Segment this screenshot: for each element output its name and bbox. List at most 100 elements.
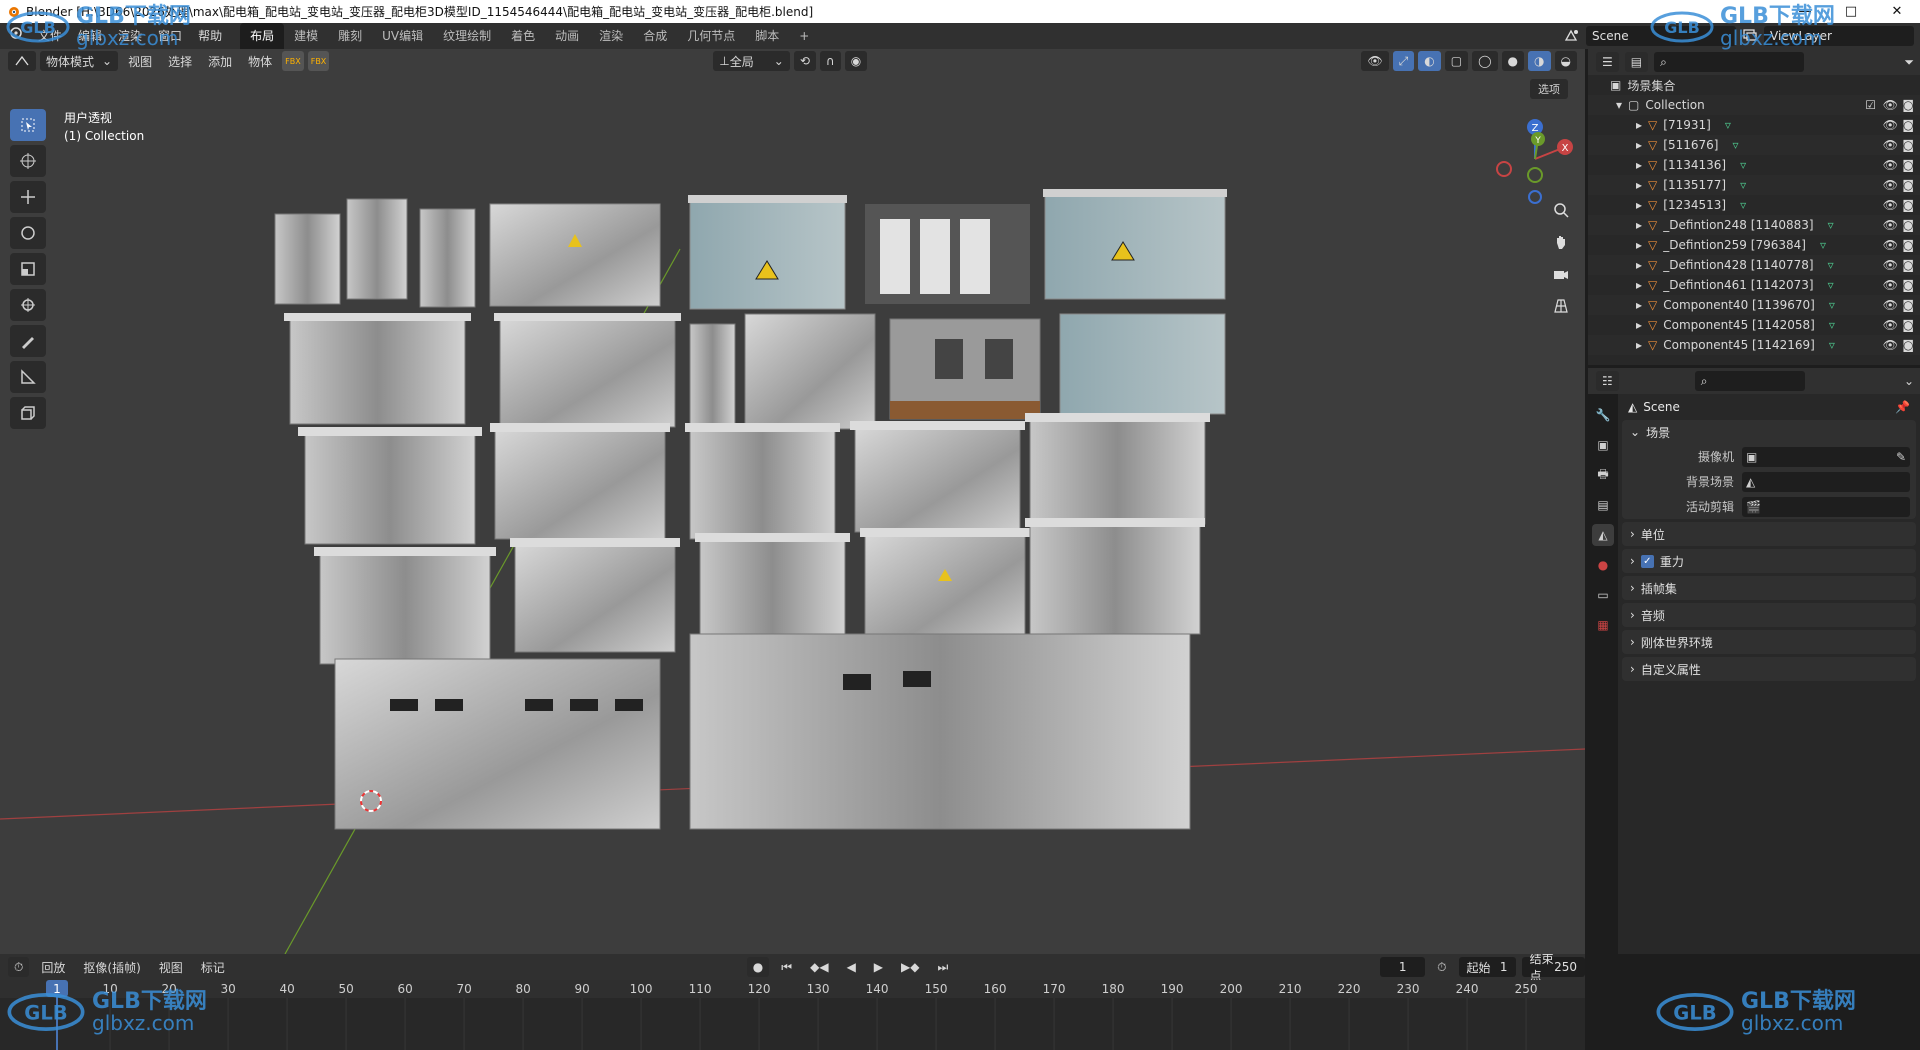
camera-field[interactable]: ▣ ✎ <box>1742 446 1910 467</box>
camera-icon[interactable]: ◙ <box>1902 98 1914 112</box>
tab-sculpting[interactable]: 雕刻 <box>328 23 372 49</box>
tab-layout[interactable]: 布局 <box>240 23 285 49</box>
camera-icon[interactable]: ◙ <box>1902 178 1914 192</box>
outliner-item[interactable]: ▸ ▽ _Defintion248 [1140883] ▿ 👁 ◙ <box>1588 215 1920 235</box>
play-icon[interactable]: ▶ <box>868 957 889 977</box>
measure-tool-icon[interactable] <box>10 361 46 393</box>
eye-icon[interactable]: 👁 <box>1883 258 1898 272</box>
fbx-export-icon[interactable]: FBX <box>307 51 330 71</box>
camera-icon[interactable]: ◙ <box>1902 238 1914 252</box>
gravity-checkbox[interactable]: ✓ <box>1640 554 1654 568</box>
perspective-toggle-icon[interactable] <box>1548 293 1574 319</box>
tab-uv-editing[interactable]: UV编辑 <box>372 23 433 49</box>
render-tab-icon[interactable]: ▣ <box>1592 434 1614 456</box>
collection-tab-icon[interactable]: ▭ <box>1592 584 1614 606</box>
output-tab-icon[interactable]: 🖶 <box>1592 464 1614 486</box>
tab-modeling[interactable]: 建模 <box>284 23 328 49</box>
outliner-item[interactable]: ▸ ▽ _Defintion428 [1140778] ▿ 👁 ◙ <box>1588 255 1920 275</box>
select-box-icon[interactable] <box>10 109 46 141</box>
snap-icon[interactable]: ∩ <box>819 51 841 71</box>
outliner-search-input[interactable]: ⌕ <box>1654 52 1805 72</box>
eye-icon[interactable]: 👁 <box>1883 298 1898 312</box>
menu-playback[interactable]: 回放 <box>35 957 71 977</box>
camera-icon[interactable]: ◙ <box>1902 278 1914 292</box>
menu-keying[interactable]: 抠像(插帧) <box>77 957 146 977</box>
cursor-tool-icon[interactable] <box>10 145 46 177</box>
outliner-item[interactable]: ▸ ▽ [1134136] ▿ 👁 ◙ <box>1588 155 1920 175</box>
prev-keyframe-icon[interactable]: ◆◀ <box>804 957 834 977</box>
close-button[interactable]: ✕ <box>1874 0 1920 23</box>
tab-geometry-nodes[interactable]: 几何节点 <box>677 23 745 49</box>
background-scene-field[interactable]: ◭ <box>1742 471 1910 492</box>
properties-search-input[interactable]: ⌕ <box>1694 371 1805 391</box>
outliner-item[interactable]: ▸ ▽ [511676] ▿ 👁 ◙ <box>1588 135 1920 155</box>
camera-icon[interactable]: ◙ <box>1902 198 1914 212</box>
camera-view-icon[interactable] <box>1548 261 1574 287</box>
eye-icon[interactable]: 👁 <box>1883 118 1898 132</box>
annotate-tool-icon[interactable] <box>10 325 46 357</box>
active-clip-field[interactable]: 🎬 <box>1742 496 1910 517</box>
outliner-item[interactable]: ▸ ▽ Component40 [1139670] ▿ 👁 ◙ <box>1588 295 1920 315</box>
scene-panel-header[interactable]: ⌄ 场景 <box>1622 420 1916 444</box>
display-mode-icon[interactable]: ▤ <box>1624 52 1649 72</box>
end-frame-field[interactable]: 结束点 250 <box>1521 954 1585 983</box>
eye-icon[interactable]: 👁 <box>1883 338 1898 352</box>
camera-icon[interactable]: ◙ <box>1902 218 1914 232</box>
navigation-gizmo[interactable]: X Z Y <box>1480 109 1585 209</box>
add-cube-tool-icon[interactable] <box>10 397 46 429</box>
keying-sets-panel[interactable]: › 插帧集 <box>1622 576 1916 600</box>
menu-help[interactable]: 帮助 <box>190 23 230 49</box>
shading-rendered-icon[interactable]: ◒ <box>1554 51 1577 71</box>
shading-solid-icon[interactable]: ● <box>1501 51 1525 71</box>
scale-tool-icon[interactable] <box>10 253 46 285</box>
world-tab-icon[interactable]: ● <box>1592 554 1614 576</box>
timeline-ruler[interactable]: 1102030405060708090100110120130140150160… <box>0 980 1585 1050</box>
3d-viewport[interactable]: 物体模式 ⌄ 视图 选择 添加 物体 FBX FBX ⊥ 全局 ⌄ ⟲ ∩ ◉ … <box>0 49 1585 954</box>
outliner-item[interactable]: ▸ ▽ [1234513] ▿ 👁 ◙ <box>1588 195 1920 215</box>
eye-icon[interactable]: 👁 <box>1883 218 1898 232</box>
chevron-down-icon[interactable]: ⌄ <box>1898 371 1920 391</box>
camera-icon[interactable]: ◙ <box>1902 258 1914 272</box>
scene-tab-icon[interactable]: ◭ <box>1592 524 1614 546</box>
editor-type-icon[interactable] <box>8 51 36 71</box>
outliner-item[interactable]: ▸ ▽ Component45 [1142058] ▿ 👁 ◙ <box>1588 315 1920 335</box>
outliner-item[interactable]: ▸ ▽ _Defintion259 [796384] ▿ 👁 ◙ <box>1588 235 1920 255</box>
camera-icon[interactable]: ◙ <box>1902 158 1914 172</box>
fbx-import-icon[interactable]: FBX <box>282 51 304 71</box>
scene-icon[interactable] <box>1564 28 1580 45</box>
eye-icon[interactable]: 👁 <box>1883 238 1898 252</box>
audio-panel[interactable]: › 音频 <box>1622 603 1916 627</box>
tool-tab-icon[interactable]: 🔧 <box>1592 404 1614 426</box>
tab-texture-paint[interactable]: 纹理绘制 <box>433 23 501 49</box>
menu-marker[interactable]: 标记 <box>195 957 231 977</box>
stopwatch-icon[interactable]: ⏱ <box>1431 957 1452 977</box>
pin-icon[interactable]: 📌 <box>1895 400 1910 414</box>
tab-scripting[interactable]: 脚本 <box>745 23 789 49</box>
add-workspace-button[interactable]: + <box>789 23 819 49</box>
eye-icon[interactable]: 👁 <box>1883 98 1898 112</box>
next-keyframe-icon[interactable]: ▶◆ <box>895 957 925 977</box>
texture-tab-icon[interactable]: ▦ <box>1592 614 1614 636</box>
xray-toggle-icon[interactable]: ▢ <box>1444 51 1469 71</box>
tab-compositing[interactable]: 合成 <box>633 23 677 49</box>
overlay-toggle-icon[interactable]: ◐ <box>1418 51 1441 71</box>
outliner-editor-type-icon[interactable]: ☰ <box>1596 52 1619 72</box>
gizmo-toggle-icon[interactable]: ⤢ <box>1392 51 1415 71</box>
menu-view[interactable]: 视图 <box>122 51 158 71</box>
menu-object[interactable]: 物体 <box>242 51 278 71</box>
gravity-panel[interactable]: › ✓ 重力 <box>1622 549 1916 573</box>
eye-icon[interactable]: 👁 <box>1883 178 1898 192</box>
timeline-editor-type-icon[interactable]: ⏱ <box>8 957 30 977</box>
outliner-item[interactable]: ▸ ▽ Component45 [1142169] ▿ 👁 ◙ <box>1588 335 1920 355</box>
tab-animation[interactable]: 动画 <box>545 23 589 49</box>
eye-icon[interactable]: 👁 <box>1883 138 1898 152</box>
rotate-tool-icon[interactable] <box>10 217 46 249</box>
jump-start-icon[interactable]: ⏮ <box>775 957 798 977</box>
eye-icon[interactable]: 👁 <box>1883 318 1898 332</box>
outliner-item[interactable]: ▸ ▽ [71931] ▿ 👁 ◙ <box>1588 115 1920 135</box>
proportional-edit-icon[interactable]: ◉ <box>844 51 868 71</box>
move-tool-icon[interactable] <box>10 181 46 213</box>
menu-add[interactable]: 添加 <box>202 51 238 71</box>
menu-select[interactable]: 选择 <box>162 51 198 71</box>
units-panel[interactable]: › 单位 <box>1622 522 1916 546</box>
